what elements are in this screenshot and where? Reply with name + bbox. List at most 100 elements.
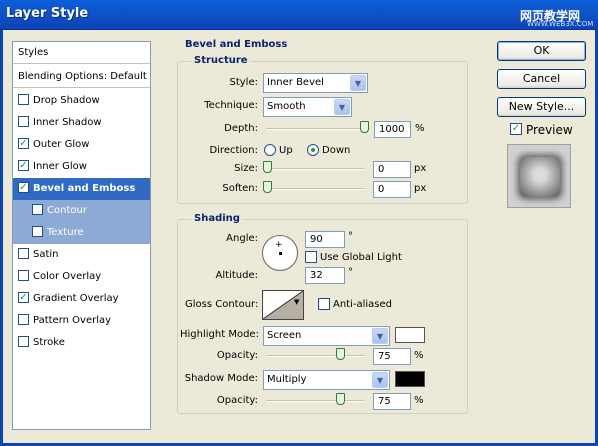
title-bar: Layer Style 网页教学网 WWW.WEB3X.COM bbox=[0, 0, 598, 30]
style-item-label: Stroke bbox=[33, 337, 65, 348]
style-checkbox[interactable]: ✓ bbox=[18, 137, 29, 149]
highlight-opacity-label: Opacity: bbox=[216, 350, 258, 361]
style-item-satin[interactable]: Satin bbox=[13, 244, 150, 266]
blending-options[interactable]: Blending Options: Default bbox=[13, 66, 150, 88]
highlight-mode-label: Highlight Mode: bbox=[180, 329, 259, 340]
shading-title: Shading bbox=[191, 213, 243, 224]
style-item-label: Color Overlay bbox=[33, 271, 102, 282]
chevron-down-icon: ▼ bbox=[350, 75, 366, 91]
shadow-opacity-label: Opacity: bbox=[216, 395, 258, 406]
depth-slider[interactable] bbox=[266, 121, 370, 134]
shadow-mode-label: Shadow Mode: bbox=[184, 373, 258, 384]
style-checkbox[interactable]: ✓ bbox=[18, 291, 29, 303]
direction-label: Direction: bbox=[209, 145, 258, 156]
style-select[interactable]: Inner Bevel ▼ bbox=[263, 73, 368, 93]
altitude-unit: ° bbox=[348, 267, 353, 278]
slider-thumb[interactable] bbox=[335, 348, 345, 360]
slider-thumb[interactable] bbox=[263, 161, 272, 173]
anti-aliased-checkbox[interactable] bbox=[318, 298, 330, 310]
contour-dropdown-icon[interactable]: ▼ bbox=[294, 298, 299, 306]
chevron-down-icon: ▼ bbox=[372, 372, 388, 388]
highlight-opacity-unit: % bbox=[414, 350, 424, 361]
style-item-inner-shadow[interactable]: Inner Shadow bbox=[13, 112, 150, 134]
shadow-opacity-input[interactable]: 75 bbox=[373, 393, 411, 410]
soften-slider[interactable] bbox=[263, 181, 364, 194]
preview-checkbox[interactable]: ✓ bbox=[510, 123, 522, 135]
style-checkbox[interactable]: ✓ bbox=[18, 159, 29, 171]
angle-input[interactable]: 90 bbox=[305, 231, 345, 248]
style-item-color-overlay[interactable]: Color Overlay bbox=[13, 266, 150, 288]
gloss-contour-label: Gloss Contour: bbox=[185, 299, 259, 310]
styles-list: Styles Blending Options: Default Drop Sh… bbox=[12, 41, 151, 430]
style-item-texture[interactable]: Texture bbox=[13, 222, 150, 244]
highlight-opacity-input[interactable]: 75 bbox=[373, 348, 411, 365]
shadow-opacity-unit: % bbox=[414, 395, 424, 406]
style-item-inner-glow[interactable]: ✓ Inner Glow bbox=[13, 156, 150, 178]
bevel-emboss-title: Bevel and Emboss bbox=[182, 39, 291, 50]
style-checkbox[interactable] bbox=[18, 269, 29, 281]
style-checkbox[interactable] bbox=[18, 115, 29, 127]
style-checkbox[interactable] bbox=[32, 225, 43, 237]
style-checkbox[interactable] bbox=[18, 93, 29, 105]
style-checkbox[interactable] bbox=[18, 247, 29, 259]
angle-dial[interactable]: + bbox=[262, 235, 298, 271]
shadow-opacity-slider[interactable] bbox=[266, 393, 364, 406]
depth-label: Depth: bbox=[224, 123, 258, 134]
size-label: Size: bbox=[234, 163, 258, 174]
size-unit: px bbox=[414, 163, 427, 174]
style-item-label: Inner Shadow bbox=[33, 117, 102, 128]
style-checkbox[interactable] bbox=[18, 313, 29, 325]
depth-input[interactable]: 1000 bbox=[374, 121, 411, 138]
angle-label: Angle: bbox=[226, 233, 258, 244]
style-item-label: Gradient Overlay bbox=[33, 293, 119, 304]
window-title: Layer Style bbox=[6, 6, 89, 21]
style-item-bevel-and-emboss[interactable]: ✓ Bevel and Emboss bbox=[13, 178, 150, 200]
direction-down-radio[interactable] bbox=[307, 144, 319, 156]
size-slider[interactable] bbox=[263, 161, 364, 174]
style-item-outer-glow[interactable]: ✓ Outer Glow bbox=[13, 134, 150, 156]
global-light-label: Use Global Light bbox=[320, 252, 402, 263]
technique-select[interactable]: Smooth ▼ bbox=[263, 97, 352, 117]
slider-thumb[interactable] bbox=[263, 181, 272, 193]
style-preview-thumbnail bbox=[507, 144, 571, 208]
soften-label: Soften: bbox=[222, 183, 258, 194]
style-item-stroke[interactable]: Stroke bbox=[13, 332, 150, 354]
shadow-color-swatch[interactable] bbox=[395, 371, 425, 387]
slider-thumb[interactable] bbox=[360, 121, 369, 133]
direction-down-label: Down bbox=[322, 145, 351, 156]
altitude-input[interactable]: 32 bbox=[305, 267, 345, 284]
style-item-contour[interactable]: Contour bbox=[13, 200, 150, 222]
style-item-label: Inner Glow bbox=[33, 161, 87, 172]
style-item-gradient-overlay[interactable]: ✓ Gradient Overlay bbox=[13, 288, 150, 310]
direction-up-radio[interactable] bbox=[264, 144, 276, 156]
style-item-pattern-overlay[interactable]: Pattern Overlay bbox=[13, 310, 150, 332]
style-checkbox[interactable] bbox=[32, 203, 43, 215]
structure-title: Structure bbox=[191, 55, 251, 66]
cancel-button[interactable]: Cancel bbox=[497, 69, 586, 89]
highlight-opacity-slider[interactable] bbox=[266, 348, 364, 361]
soften-input[interactable]: 0 bbox=[373, 181, 411, 198]
ok-button[interactable]: OK bbox=[497, 41, 586, 61]
styles-header[interactable]: Styles bbox=[13, 42, 150, 64]
highlight-mode-select[interactable]: Screen ▼ bbox=[263, 326, 390, 346]
soften-unit: px bbox=[414, 183, 427, 194]
technique-label: Technique: bbox=[204, 100, 258, 111]
slider-thumb[interactable] bbox=[335, 393, 345, 405]
style-item-label: Outer Glow bbox=[33, 139, 90, 150]
style-item-drop-shadow[interactable]: Drop Shadow bbox=[13, 90, 150, 112]
shadow-mode-value: Multiply bbox=[267, 374, 307, 385]
size-input[interactable]: 0 bbox=[373, 161, 411, 178]
highlight-mode-value: Screen bbox=[267, 330, 302, 341]
depth-unit: % bbox=[415, 123, 425, 134]
shadow-mode-select[interactable]: Multiply ▼ bbox=[263, 370, 390, 390]
style-item-label: Satin bbox=[33, 249, 59, 260]
style-checkbox[interactable] bbox=[18, 335, 29, 347]
highlight-color-swatch[interactable] bbox=[395, 327, 425, 343]
chevron-down-icon: ▼ bbox=[334, 99, 350, 115]
style-label: Style: bbox=[229, 77, 259, 88]
global-light-checkbox[interactable] bbox=[305, 251, 317, 263]
style-item-label: Bevel and Emboss bbox=[33, 183, 136, 194]
style-checkbox[interactable]: ✓ bbox=[18, 181, 29, 193]
technique-value: Smooth bbox=[267, 101, 306, 112]
new-style-button[interactable]: New Style... bbox=[497, 97, 586, 117]
